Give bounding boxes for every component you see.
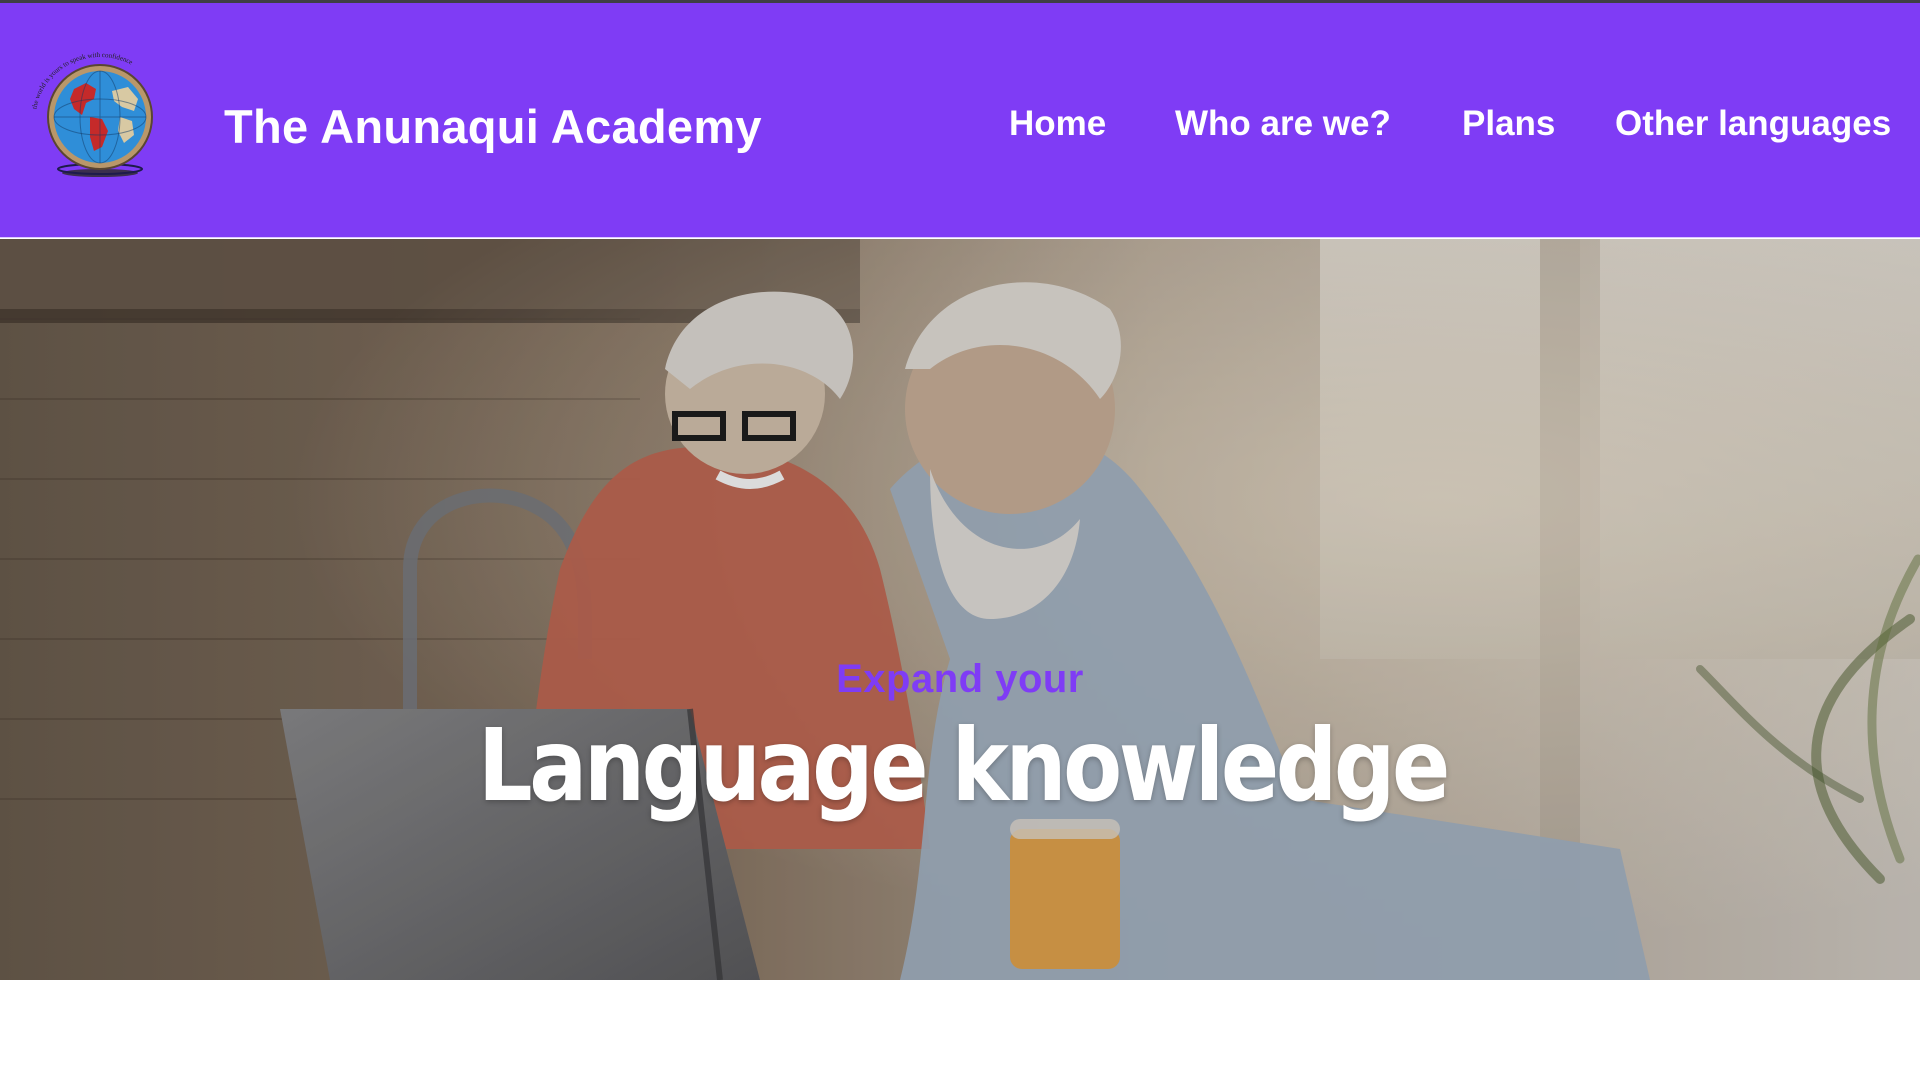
- main-nav: Home Who are we? Plans Other languages: [1000, 104, 1920, 154]
- hero-kicker: Expand your: [836, 657, 1084, 701]
- nav-item-home[interactable]: Home: [1009, 104, 1106, 144]
- globe-seal-icon[interactable]: the world is yours to speak with confide…: [24, 47, 176, 179]
- nav-item-who-are-we[interactable]: Who are we?: [1175, 104, 1391, 144]
- hero-headline: Language knowledge: [477, 707, 1450, 824]
- site-title[interactable]: The Anunaqui Academy: [224, 99, 762, 154]
- site-header: the world is yours to speak with confide…: [0, 3, 1920, 238]
- hero-text-block: Expand your Language knowledge: [0, 239, 1920, 980]
- nav-item-other-languages[interactable]: Other languages: [1615, 104, 1891, 144]
- page-content-area: [0, 980, 1920, 1080]
- nav-item-plans[interactable]: Plans: [1462, 104, 1555, 144]
- hero-banner: Expand your Language knowledge: [0, 239, 1920, 980]
